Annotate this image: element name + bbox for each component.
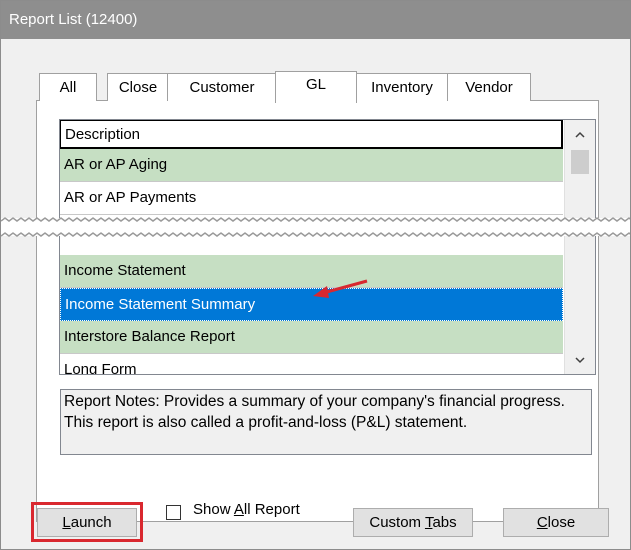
tab-label: Close [118, 79, 158, 96]
launch-mnemonic: L [62, 514, 71, 531]
list-item-label: Income Statement [64, 262, 186, 279]
show-all-report-checkbox[interactable] [166, 505, 181, 520]
custom-tabs-label-post: abs [432, 514, 457, 531]
window-title: Report List (12400) [9, 11, 138, 28]
tab-inventory[interactable]: Inventory [355, 73, 449, 101]
list-item[interactable]: Interstore Balance Report [60, 321, 563, 354]
scroll-up-icon[interactable] [565, 120, 595, 148]
title-bar: Report List (12400) [1, 1, 630, 39]
show-all-report-label[interactable]: Show All Report [193, 501, 300, 518]
launch-button[interactable]: Launch [37, 508, 137, 537]
tab-label: Inventory [371, 79, 433, 96]
tab-label: All [59, 79, 77, 96]
close-label-post: lose [547, 514, 576, 531]
torn-edge-divider [1, 217, 630, 237]
close-button[interactable]: Close [503, 508, 609, 537]
report-list-window: Report List (12400) All Close Customer G… [0, 0, 631, 550]
report-notes: Report Notes: Provides a summary of your… [60, 389, 592, 455]
scroll-thumb[interactable] [571, 150, 589, 174]
tab-customer[interactable]: Customer [167, 73, 277, 101]
column-header-label: Description [65, 126, 141, 143]
close-mnemonic: C [536, 514, 548, 531]
vertical-scrollbar[interactable] [564, 120, 595, 374]
list-item-label: Income Statement Summary [65, 296, 256, 313]
checkbox-label-pre: Show [193, 501, 234, 518]
checkbox-mnemonic: A [233, 501, 244, 518]
list-item[interactable]: AR or AP Aging [60, 149, 563, 182]
column-header-description[interactable]: Description [60, 120, 563, 149]
report-list[interactable]: Description AR or AP Aging AR or AP Paym… [59, 119, 596, 375]
custom-tabs-button[interactable]: Custom Tabs [353, 508, 473, 537]
list-item-label: AR or AP Payments [64, 189, 197, 206]
tab-label: Customer [189, 79, 255, 96]
list-item[interactable]: Long Form [60, 354, 563, 375]
list-item-label: Long Form [64, 361, 137, 375]
tab-label: Vendor [465, 79, 513, 96]
tab-gl[interactable]: GL [275, 71, 357, 103]
annotation-arrow-icon [313, 279, 368, 298]
list-item-label: AR or AP Aging [64, 156, 168, 173]
list-item-label: Interstore Balance Report [64, 328, 235, 345]
scroll-down-icon[interactable] [565, 346, 595, 374]
tab-all[interactable]: All [39, 73, 97, 101]
custom-tabs-label-pre: Custom [369, 514, 425, 531]
tab-close[interactable]: Close [107, 73, 169, 101]
report-notes-text: Report Notes: Provides a summary of your… [64, 393, 565, 431]
tab-label: GL [305, 76, 326, 93]
tab-vendor[interactable]: Vendor [447, 73, 531, 101]
checkbox-label-post: ll Report [243, 501, 300, 518]
launch-label-post: aunch [70, 514, 112, 531]
